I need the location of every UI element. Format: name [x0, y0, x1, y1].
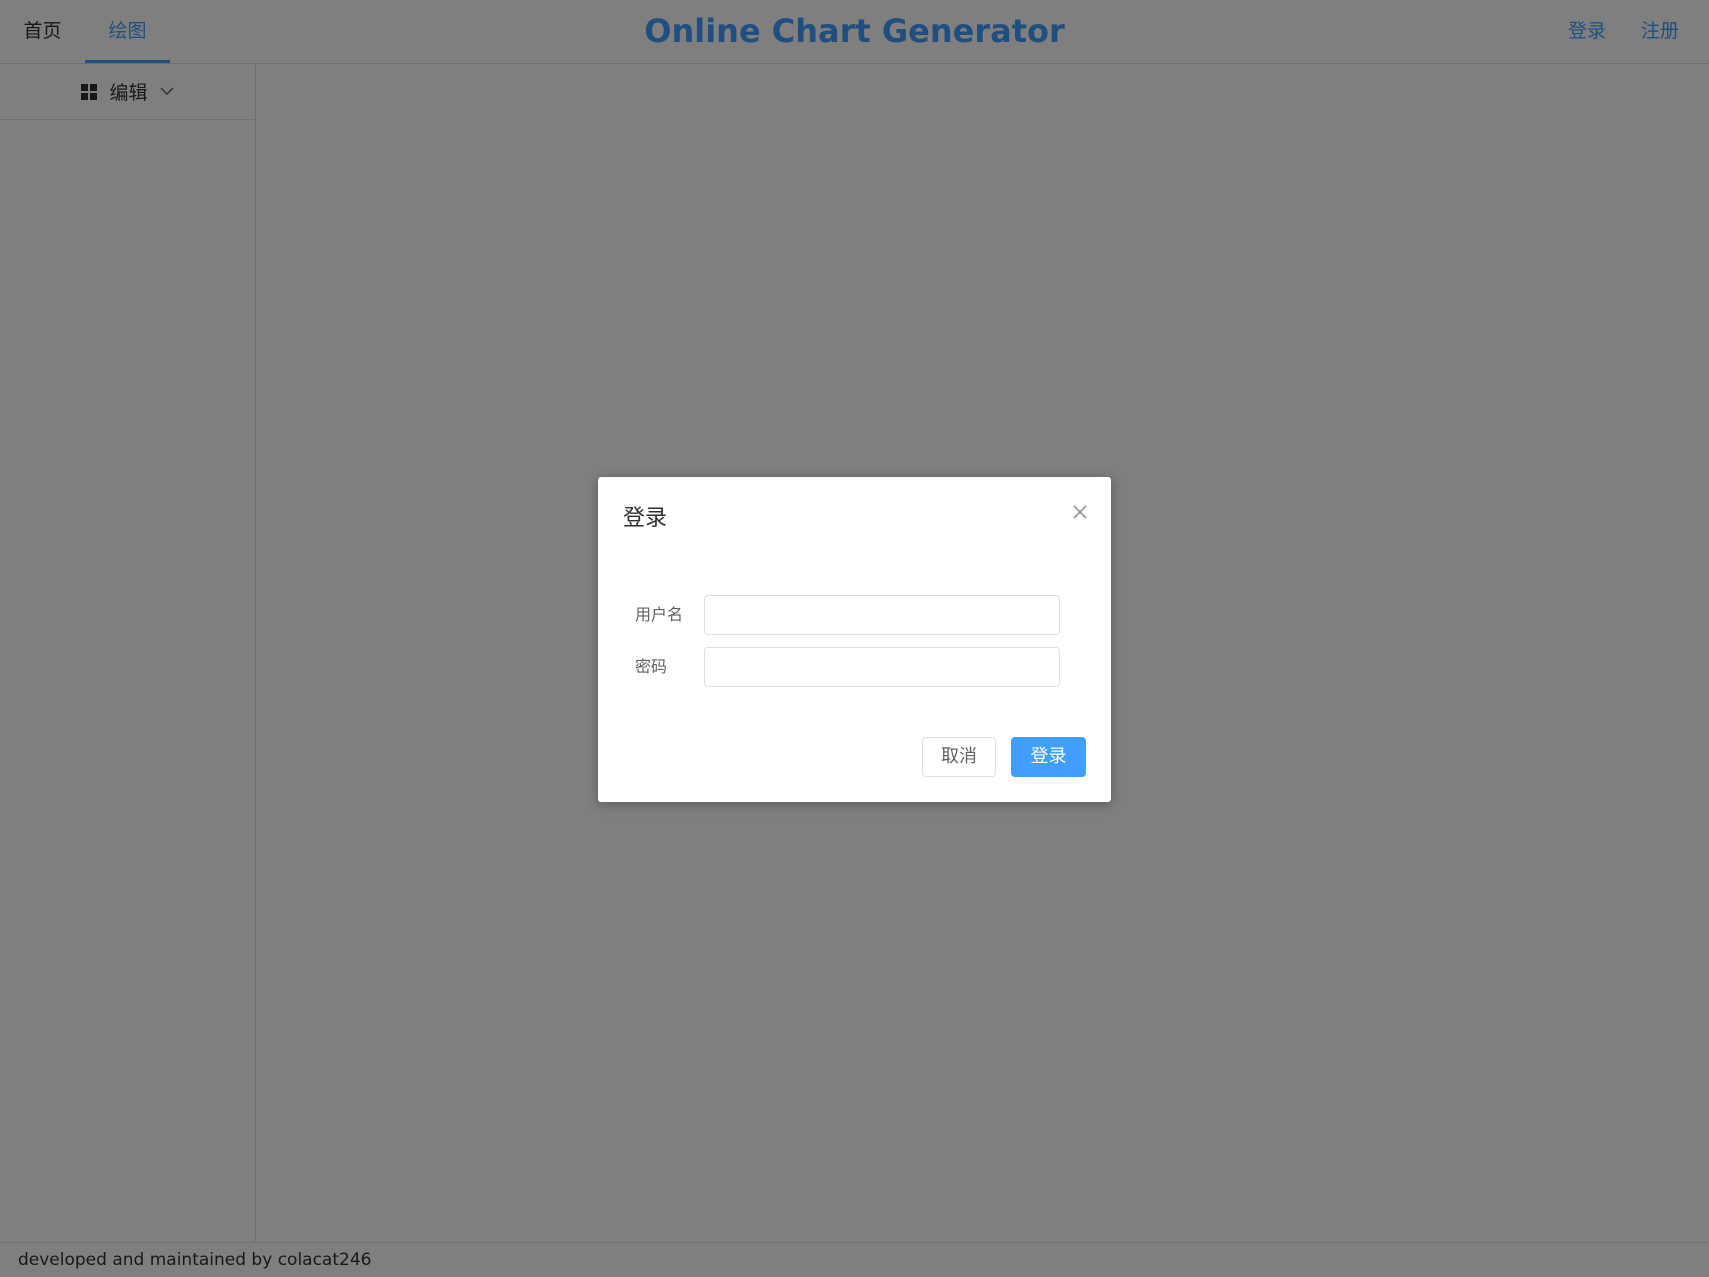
password-label: 密码 [635, 657, 668, 676]
login-button[interactable]: 登录 [1011, 737, 1086, 777]
dialog-title: 登录 [623, 506, 668, 531]
username-input[interactable] [704, 595, 1060, 635]
password-row: 密码 [598, 647, 1111, 687]
username-label: 用户名 [635, 605, 684, 624]
app-root: 首页 绘图 Online Chart Generator 登录 注册 编辑 de… [0, 0, 1709, 1277]
login-dialog: 登录 用户名 密码 取消 登录 [598, 477, 1111, 802]
cancel-button[interactable]: 取消 [922, 737, 996, 777]
username-row: 用户名 [598, 595, 1111, 635]
password-input[interactable] [704, 647, 1060, 687]
close-icon[interactable] [1071, 503, 1089, 521]
